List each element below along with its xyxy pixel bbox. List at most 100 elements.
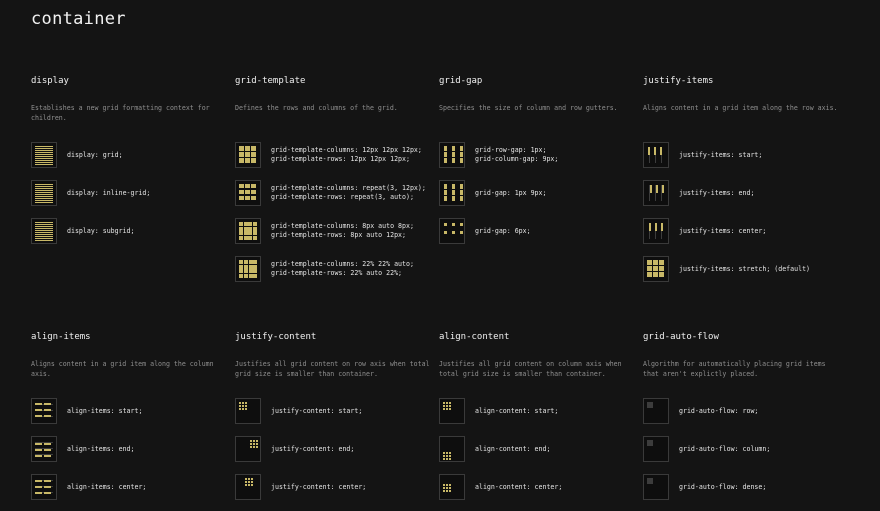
code-line: display: inline-grid; — [67, 188, 151, 197]
code-line: align-items: center; — [67, 482, 147, 491]
section-title: grid-auto-flow — [643, 332, 719, 342]
grid-preview-icon — [439, 398, 465, 424]
grid-preview-icon — [643, 180, 669, 206]
code-line: grid-auto-flow: dense; — [679, 482, 767, 491]
code-line: justify-content: end; — [271, 444, 355, 453]
grid-preview-icon — [643, 256, 669, 282]
code-line: grid-template-rows: repeat(3, auto); — [271, 193, 414, 201]
section-description: Establishes a new grid formatting contex… — [31, 104, 210, 122]
code-snippet: justify-content: center; — [271, 483, 366, 492]
example-item: display: inline-grid; — [31, 179, 226, 207]
grid-preview-icon — [439, 436, 465, 462]
section-title: display — [31, 76, 69, 86]
grid-preview-icon — [31, 180, 57, 206]
section-grid-auto-flow: grid-auto-flow Algorithm for automaticall… — [643, 332, 838, 511]
grid-preview-icon — [235, 474, 261, 500]
code-snippet: align-content: start; — [475, 407, 558, 416]
code-snippet: justify-items: stretch; (default) — [679, 265, 810, 274]
grid-preview-icon — [31, 398, 57, 424]
code-line: justify-content: start; — [271, 406, 363, 415]
code-line: grid-template-columns: 12px 12px 12px; — [271, 146, 422, 154]
grid-preview-icon — [235, 180, 261, 206]
section-title: justify-content — [235, 332, 317, 342]
code-line: grid-row-gap: 1px; — [475, 146, 547, 154]
code-snippet: align-items: end; — [67, 445, 135, 454]
example-item: align-content: center; — [439, 473, 634, 501]
code-line: grid-auto-flow: row; — [679, 406, 759, 415]
example-item: align-content: end; — [439, 435, 634, 463]
code-line: align-items: start; — [67, 406, 143, 415]
code-line: justify-items: stretch; (default) — [679, 264, 811, 273]
code-snippet: justify-content: start; — [271, 407, 362, 416]
example-item: align-items: center; — [31, 473, 226, 501]
code-snippet: justify-content: end; — [271, 445, 354, 454]
grid-preview-icon — [31, 218, 57, 244]
code-snippet: grid-template-columns: 8px auto 8px; grid… — [271, 222, 414, 240]
grid-preview-icon — [643, 218, 669, 244]
grid-preview-icon — [439, 180, 465, 206]
code-snippet: display: grid; — [67, 151, 123, 160]
grid-preview-icon — [31, 142, 57, 168]
code-line: grid-column-gap: 9px; — [475, 155, 559, 163]
code-snippet: grid-auto-flow: column; — [679, 445, 770, 454]
example-list: display: grid; display: inline-grid; displ… — [31, 141, 226, 245]
code-line: align-content: center; — [475, 482, 563, 491]
example-list: justify-items: start; justify-items: end;… — [643, 141, 838, 283]
code-snippet: grid-row-gap: 1px; grid-column-gap: 9px; — [475, 146, 558, 164]
code-line: grid-auto-flow: column; — [679, 444, 771, 453]
code-snippet: grid-template-columns: 12px 12px 12px; gr… — [271, 146, 422, 164]
grid-preview-icon — [643, 398, 669, 424]
code-line: justify-items: center; — [679, 226, 767, 235]
grid-preview-icon — [235, 256, 261, 282]
example-item: justify-items: start; — [643, 141, 838, 169]
example-item: grid-template-columns: 22% 22% auto; grid… — [235, 255, 430, 283]
example-item: align-content: start; — [439, 397, 634, 425]
example-item: grid-gap: 6px; — [439, 217, 634, 245]
example-item: grid-template-columns: 8px auto 8px; grid… — [235, 217, 430, 245]
section-title: justify-items — [643, 76, 714, 86]
example-item: grid-template-columns: 12px 12px 12px; gr… — [235, 141, 430, 169]
grid-preview-icon — [643, 142, 669, 168]
grid-preview-icon — [439, 142, 465, 168]
code-snippet: grid-gap: 1px 9px; — [475, 189, 546, 198]
grid-preview-icon — [439, 218, 465, 244]
example-item: justify-content: end; — [235, 435, 430, 463]
example-item: grid-auto-flow: row; — [643, 397, 838, 425]
code-snippet: grid-auto-flow: row; — [679, 407, 758, 416]
code-snippet: align-items: center; — [67, 483, 146, 492]
grid-preview-icon — [235, 398, 261, 424]
code-snippet: grid-gap: 6px; — [475, 227, 531, 236]
code-line: align-items: end; — [67, 444, 135, 453]
grid-preview-icon — [235, 142, 261, 168]
code-snippet: grid-template-columns: 22% 22% auto; grid… — [271, 260, 414, 278]
code-line: grid-template-rows: 12px 12px 12px; — [271, 155, 410, 163]
section-title: grid-gap — [439, 76, 483, 86]
section-justify-items: justify-items Aligns content in a grid it… — [643, 76, 838, 293]
section-align-content: align-content Justifies all grid content … — [439, 332, 634, 511]
code-line: grid-template-columns: repeat(3, 12px); — [271, 184, 426, 192]
code-snippet: grid-template-columns: repeat(3, 12px); g… — [271, 184, 426, 202]
code-line: grid-gap: 1px 9px; — [475, 188, 547, 197]
grid-preview-icon — [643, 474, 669, 500]
example-item: justify-content: start; — [235, 397, 430, 425]
grid-preview-icon — [235, 436, 261, 462]
code-line: justify-items: start; — [679, 150, 763, 159]
example-item: grid-gap: 1px 9px; — [439, 179, 634, 207]
code-snippet: justify-items: end; — [679, 189, 754, 198]
code-line: grid-gap: 6px; — [475, 226, 531, 235]
code-line: grid-template-columns: 22% 22% auto; — [271, 260, 414, 268]
section-description: Algorithm for automatically placing grid… — [643, 360, 826, 378]
section-description: Aligns content in a grid item along the … — [643, 104, 838, 112]
code-line: justify-content: center; — [271, 482, 367, 491]
section-grid-template: grid-template Defines the rows and column… — [235, 76, 430, 293]
code-snippet: justify-items: center; — [679, 227, 766, 236]
code-line: align-content: end; — [475, 444, 551, 453]
code-line: justify-items: end; — [679, 188, 755, 197]
grid-preview-icon — [439, 474, 465, 500]
code-line: display: grid; — [67, 150, 123, 159]
section-align-items: align-items Aligns content in a grid item… — [31, 332, 226, 511]
example-list: grid-row-gap: 1px; grid-column-gap: 9px; g… — [439, 141, 634, 245]
code-line: align-content: start; — [475, 406, 559, 415]
example-item: align-items: start; — [31, 397, 226, 425]
section-description: Aligns content in a grid item along the … — [31, 360, 214, 378]
